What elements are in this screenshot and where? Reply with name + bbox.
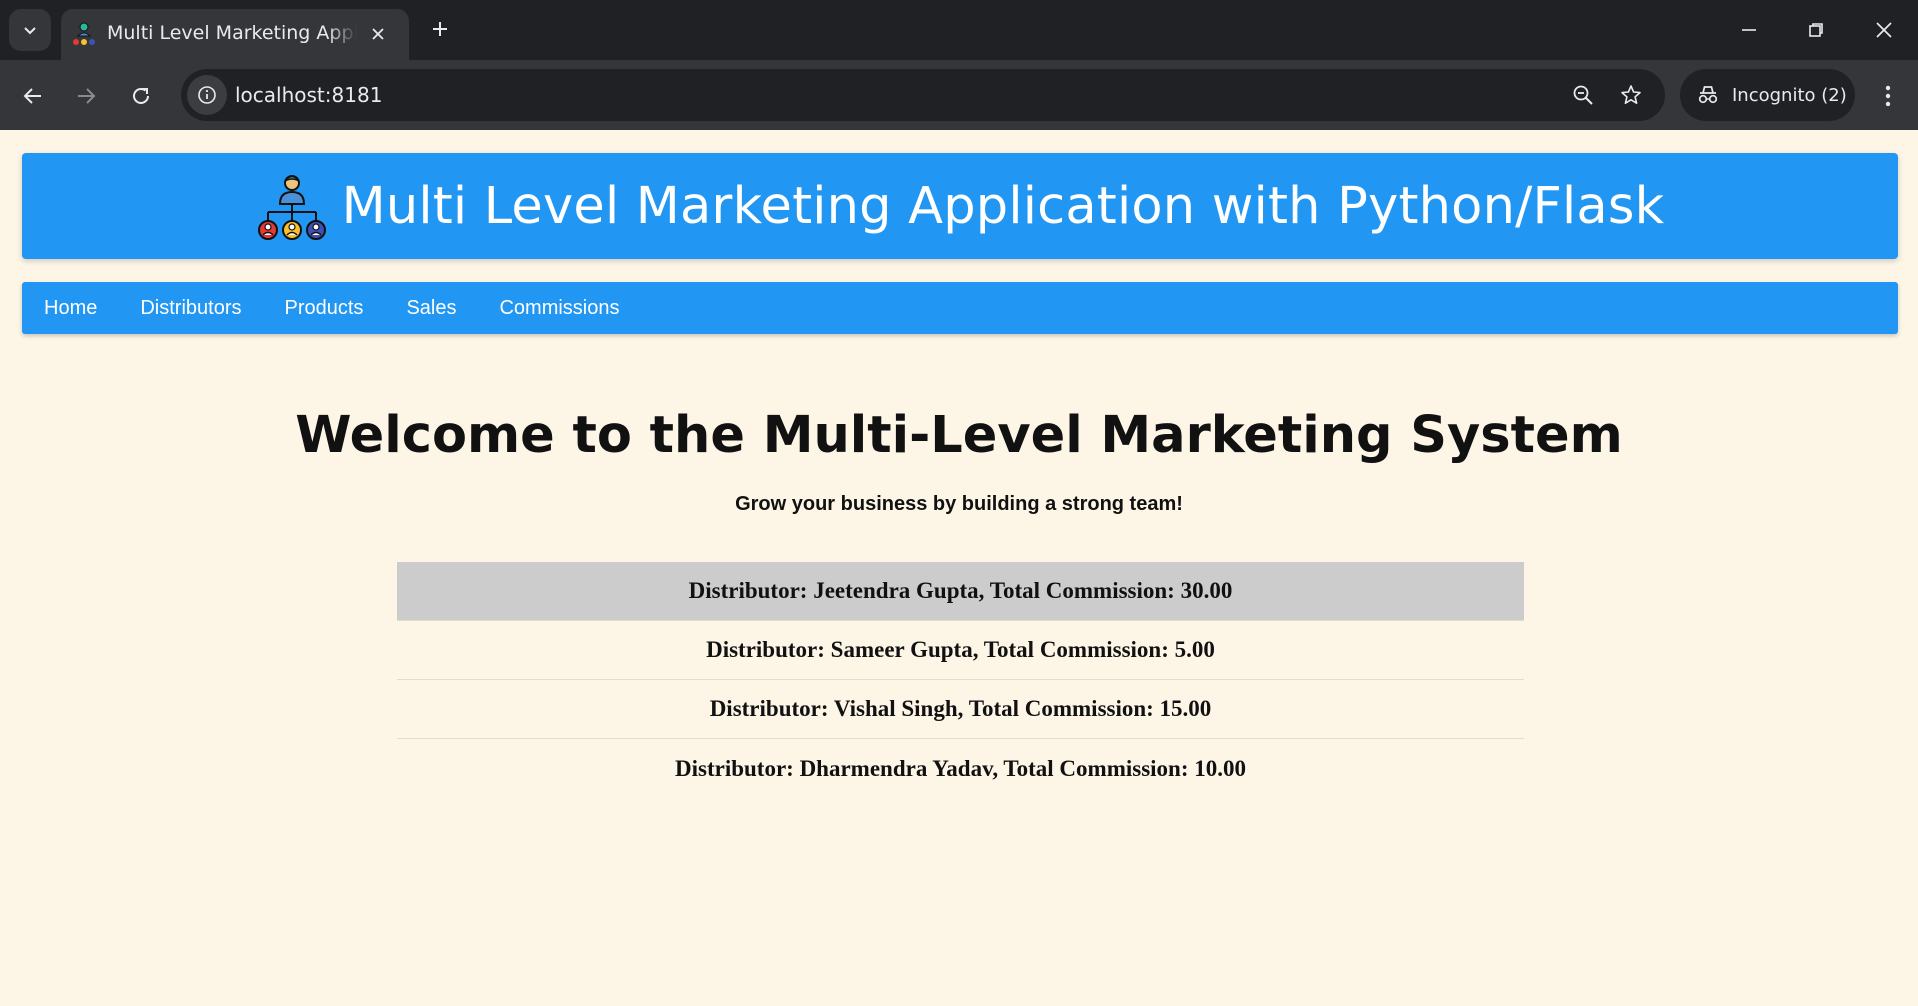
- plus-icon: [433, 22, 447, 36]
- nav-link-commissions[interactable]: Commissions: [499, 297, 619, 320]
- commission-row: Distributor: Jeetendra Gupta, Total Comm…: [397, 562, 1524, 621]
- commission-row: Distributor: Sameer Gupta, Total Commiss…: [397, 621, 1524, 680]
- tagline: Grow your business by building a strong …: [735, 493, 1183, 515]
- zoom-button[interactable]: [1566, 78, 1600, 112]
- zoom-out-icon: [1573, 85, 1593, 105]
- address-bar[interactable]: localhost:8181: [181, 69, 1665, 121]
- bookmark-button[interactable]: [1614, 78, 1648, 112]
- tab-close-button[interactable]: [366, 22, 390, 46]
- main-navbar: Home Distributors Products Sales Commiss…: [22, 282, 1898, 334]
- restore-icon: [1809, 23, 1823, 37]
- info-icon: [198, 86, 216, 104]
- welcome-heading: Welcome to the Multi-Level Marketing Sys…: [295, 406, 1623, 465]
- chevron-down-icon: [24, 27, 36, 35]
- tab-search-button[interactable]: [9, 9, 51, 51]
- close-icon: [1876, 22, 1892, 38]
- more-vertical-icon: [1885, 85, 1891, 107]
- page-banner: Multi Level Marketing Application with P…: [22, 153, 1898, 259]
- nav-link-home[interactable]: Home: [44, 297, 97, 320]
- team-hierarchy-icon: [257, 175, 326, 240]
- close-icon: [372, 28, 384, 40]
- reload-button[interactable]: [121, 76, 161, 116]
- close-window-button[interactable]: [1866, 12, 1902, 48]
- nav-link-sales[interactable]: Sales: [406, 297, 456, 320]
- commission-row: Distributor: Dharmendra Yadav, Total Com…: [675, 755, 1246, 781]
- restore-button[interactable]: [1798, 12, 1834, 48]
- browser-menu-button[interactable]: [1870, 76, 1906, 116]
- new-tab-button[interactable]: [425, 14, 455, 44]
- nav-link-products[interactable]: Products: [285, 297, 364, 320]
- tab-title: Multi Level Marketing Application with P…: [107, 22, 357, 44]
- incognito-label: Incognito (2): [1732, 84, 1847, 106]
- page-title: Multi Level Marketing Application with P…: [341, 176, 1665, 236]
- star-icon: [1621, 85, 1641, 104]
- incognito-badge[interactable]: Incognito (2): [1680, 69, 1855, 121]
- browser-tab[interactable]: Multi Level Marketing Application with P…: [61, 9, 409, 60]
- commission-row: Distributor: Vishal Singh, Total Commiss…: [397, 680, 1524, 739]
- reload-icon: [133, 87, 149, 104]
- browser-toolbar: localhost:8181 Incognito (2): [0, 60, 1918, 130]
- back-button[interactable]: [13, 76, 53, 116]
- minimize-icon: [1742, 29, 1756, 31]
- arrow-right-icon: [78, 88, 96, 104]
- team-hierarchy-icon: [73, 22, 95, 45]
- browser-tabstrip: Multi Level Marketing Application with P…: [0, 0, 1918, 60]
- arrow-left-icon: [23, 88, 41, 104]
- incognito-icon: [1698, 86, 1718, 104]
- forward-button[interactable]: [66, 76, 106, 116]
- nav-link-distributors[interactable]: Distributors: [140, 297, 241, 320]
- minimize-button[interactable]: [1731, 12, 1767, 48]
- site-info-button[interactable]: [187, 75, 227, 115]
- url-text[interactable]: localhost:8181: [235, 83, 382, 107]
- commission-list: Distributor: Jeetendra Gupta, Total Comm…: [397, 562, 1524, 798]
